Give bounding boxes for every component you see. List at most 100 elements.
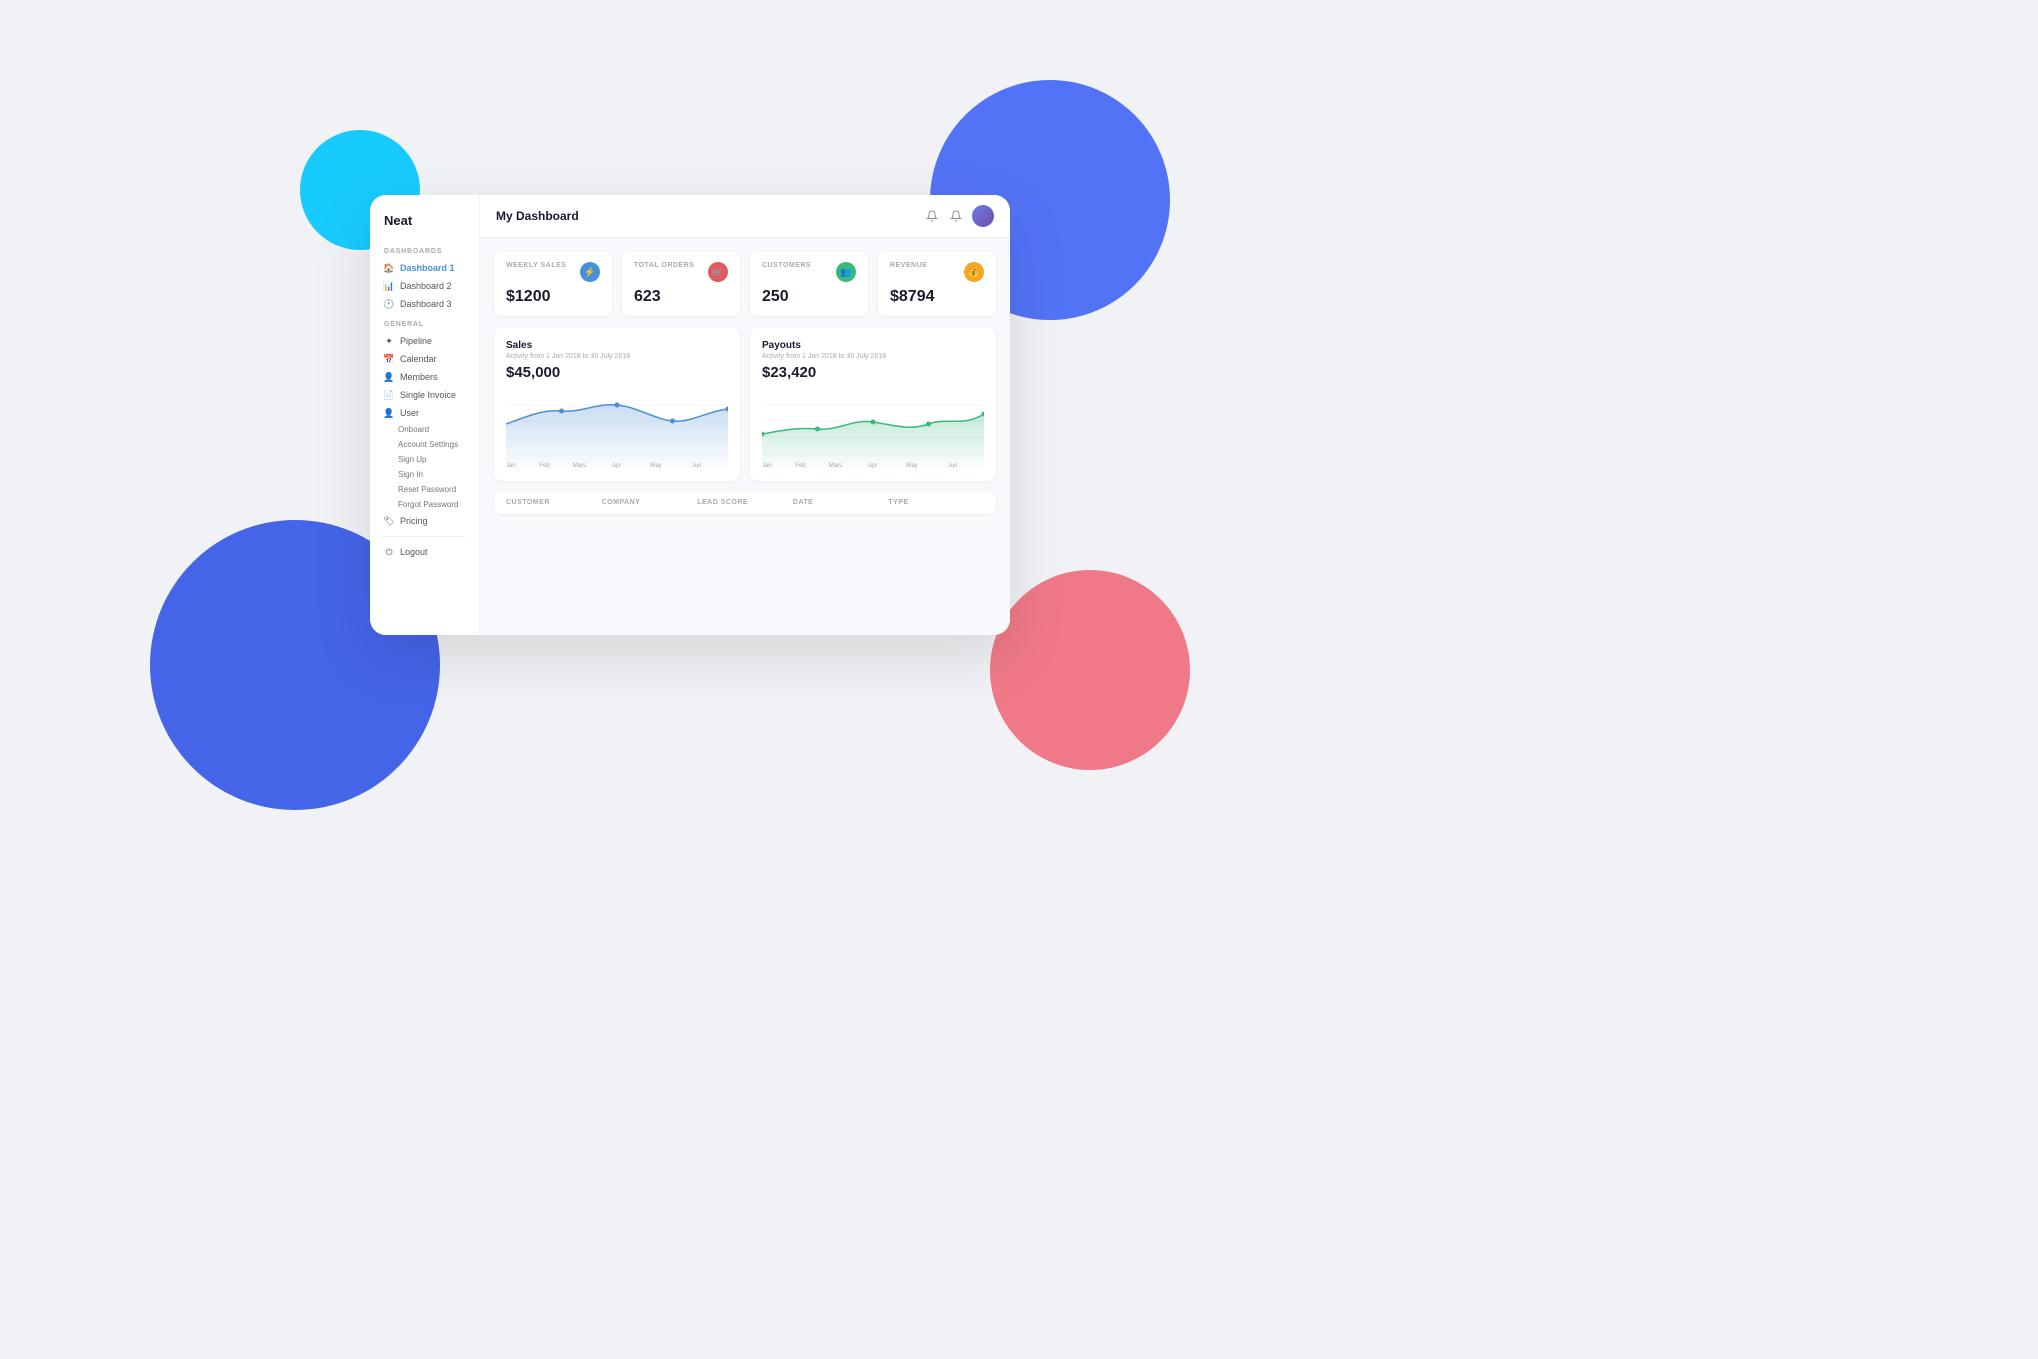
section-label-dashboards: DASHBOARDS <box>370 240 479 259</box>
sidebar-item-label: Single Invoice <box>400 390 456 400</box>
stat-card-weekly-sales: WEEKLY SALES ⚡ $1200 <box>494 252 612 316</box>
sidebar-divider <box>384 536 465 537</box>
chart-title: Payouts <box>762 340 984 351</box>
svg-text:Feb: Feb <box>795 463 806 469</box>
sidebar-item-invoice[interactable]: 📄 Single Invoice <box>370 386 479 404</box>
customers-icon: 👥 <box>836 262 856 282</box>
chart-card-sales: Sales Activity from 1 Jan 2018 to 30 Jul… <box>494 328 740 481</box>
sidebar: Neat DASHBOARDS 🏠 Dashboard 1 📊 Dashboar… <box>370 195 480 635</box>
chart-value: $23,420 <box>762 364 984 381</box>
svg-text:Apr: Apr <box>868 463 877 469</box>
sidebar-item-logout[interactable]: ⏻ Logout <box>370 543 479 561</box>
sidebar-item-members[interactable]: 👤 Members <box>370 368 479 386</box>
sidebar-item-label: Dashboard 3 <box>400 299 452 309</box>
stat-card-customers: CUSTOMERS 👥 250 <box>750 252 868 316</box>
table-col-date: Date <box>793 499 889 506</box>
stat-cards: WEEKLY SALES ⚡ $1200 TOTAL ORDERS 🛒 623 … <box>494 252 996 316</box>
sales-chart-area: Jan Feb Mars Apr May Jun <box>506 389 728 469</box>
members-icon: 👤 <box>384 372 394 382</box>
sidebar-sub-forgot[interactable]: Forgot Password <box>370 497 479 512</box>
stat-card-revenue: REVENUE 💰 $8794 <box>878 252 996 316</box>
content-area: WEEKLY SALES ⚡ $1200 TOTAL ORDERS 🛒 623 … <box>480 238 1010 635</box>
clock-icon: 🕐 <box>384 299 394 309</box>
bg-circle-pink <box>990 570 1190 770</box>
sidebar-sub-signup[interactable]: Sign Up <box>370 452 479 467</box>
stat-value: $8794 <box>890 288 984 306</box>
sidebar-item-dashboard3[interactable]: 🕐 Dashboard 3 <box>370 295 479 313</box>
pricing-icon: 🏷 <box>384 516 394 526</box>
weekly-sales-icon: ⚡ <box>580 262 600 282</box>
total-orders-icon: 🛒 <box>708 262 728 282</box>
chart-subtitle: Activity from 1 Jan 2018 to 30 July 2018 <box>762 353 984 360</box>
svg-text:May: May <box>650 463 661 469</box>
table-col-company: Company <box>602 499 698 506</box>
sidebar-item-label: Dashboard 1 <box>400 263 455 273</box>
page-title: My Dashboard <box>496 209 579 223</box>
svg-text:Jan: Jan <box>506 463 516 469</box>
svg-text:Mars: Mars <box>829 463 842 469</box>
payouts-chart-area: Jan Feb Mars Apr May Jun <box>762 389 984 469</box>
sidebar-sub-reset[interactable]: Reset Password <box>370 482 479 497</box>
stat-card-total-orders: TOTAL ORDERS 🛒 623 <box>622 252 740 316</box>
table-col-customer: Customer <box>506 499 602 506</box>
sidebar-item-dashboard2[interactable]: 📊 Dashboard 2 <box>370 277 479 295</box>
svg-text:Apr: Apr <box>612 463 621 469</box>
table-col-lead-score: Lead Score <box>697 499 793 506</box>
sidebar-item-calendar[interactable]: 📅 Calendar <box>370 350 479 368</box>
stat-card-header: WEEKLY SALES ⚡ <box>506 262 600 282</box>
svg-text:Feb: Feb <box>539 463 550 469</box>
chart-subtitle: Activity from 1 Jan 2018 to 30 July 2018 <box>506 353 728 360</box>
svg-text:May: May <box>906 463 917 469</box>
notification-outline-icon[interactable] <box>924 208 940 224</box>
chart-row: Sales Activity from 1 Jan 2018 to 30 Jul… <box>494 328 996 481</box>
sidebar-sub-signin[interactable]: Sign In <box>370 467 479 482</box>
sidebar-item-pricing[interactable]: 🏷 Pricing <box>370 512 479 530</box>
chart-icon: 📊 <box>384 281 394 291</box>
stat-label: WEEKLY SALES <box>506 262 566 269</box>
svg-text:Jun: Jun <box>948 463 958 469</box>
stat-label: TOTAL ORDERS <box>634 262 694 269</box>
table-col-type: Type <box>888 499 984 506</box>
logout-icon: ⏻ <box>384 547 394 557</box>
sidebar-item-label: Pricing <box>400 516 428 526</box>
home-icon: 🏠 <box>384 263 394 273</box>
sidebar-sub-onboard[interactable]: Onboard <box>370 422 479 437</box>
user-icon: 👤 <box>384 408 394 418</box>
stat-card-header: CUSTOMERS 👥 <box>762 262 856 282</box>
stat-card-header: TOTAL ORDERS 🛒 <box>634 262 728 282</box>
sidebar-sub-account[interactable]: Account Settings <box>370 437 479 452</box>
header: My Dashboard <box>480 195 1010 238</box>
chart-title: Sales <box>506 340 728 351</box>
svg-text:Jan: Jan <box>762 463 772 469</box>
sidebar-item-user[interactable]: 👤 User <box>370 404 479 422</box>
sidebar-item-label: Dashboard 2 <box>400 281 452 291</box>
stat-card-header: REVENUE 💰 <box>890 262 984 282</box>
header-icons <box>924 205 994 227</box>
pipeline-icon: ✦ <box>384 336 394 346</box>
stat-value: $1200 <box>506 288 600 306</box>
bell-icon[interactable] <box>948 208 964 224</box>
brand-logo: Neat <box>370 213 479 240</box>
main-content: My Dashboard <box>480 195 1010 635</box>
sidebar-item-pipeline[interactable]: ✦ Pipeline <box>370 332 479 350</box>
invoice-icon: 📄 <box>384 390 394 400</box>
stat-value: 623 <box>634 288 728 306</box>
stat-label: REVENUE <box>890 262 927 269</box>
sidebar-item-label: User <box>400 408 419 418</box>
sidebar-item-dashboard1[interactable]: 🏠 Dashboard 1 <box>370 259 479 277</box>
svg-text:Mars: Mars <box>573 463 586 469</box>
logout-label: Logout <box>400 547 428 557</box>
chart-value: $45,000 <box>506 364 728 381</box>
table-header: Customer Company Lead Score Date Type <box>494 491 996 514</box>
stat-value: 250 <box>762 288 856 306</box>
stat-label: CUSTOMERS <box>762 262 811 269</box>
user-avatar[interactable] <box>972 205 994 227</box>
sidebar-item-label: Pipeline <box>400 336 432 346</box>
app-window: Neat DASHBOARDS 🏠 Dashboard 1 📊 Dashboar… <box>370 195 1010 635</box>
revenue-icon: 💰 <box>964 262 984 282</box>
section-label-general: GENERAL <box>370 313 479 332</box>
chart-card-payouts: Payouts Activity from 1 Jan 2018 to 30 J… <box>750 328 996 481</box>
calendar-icon: 📅 <box>384 354 394 364</box>
sidebar-item-label: Members <box>400 372 438 382</box>
sidebar-item-label: Calendar <box>400 354 437 364</box>
